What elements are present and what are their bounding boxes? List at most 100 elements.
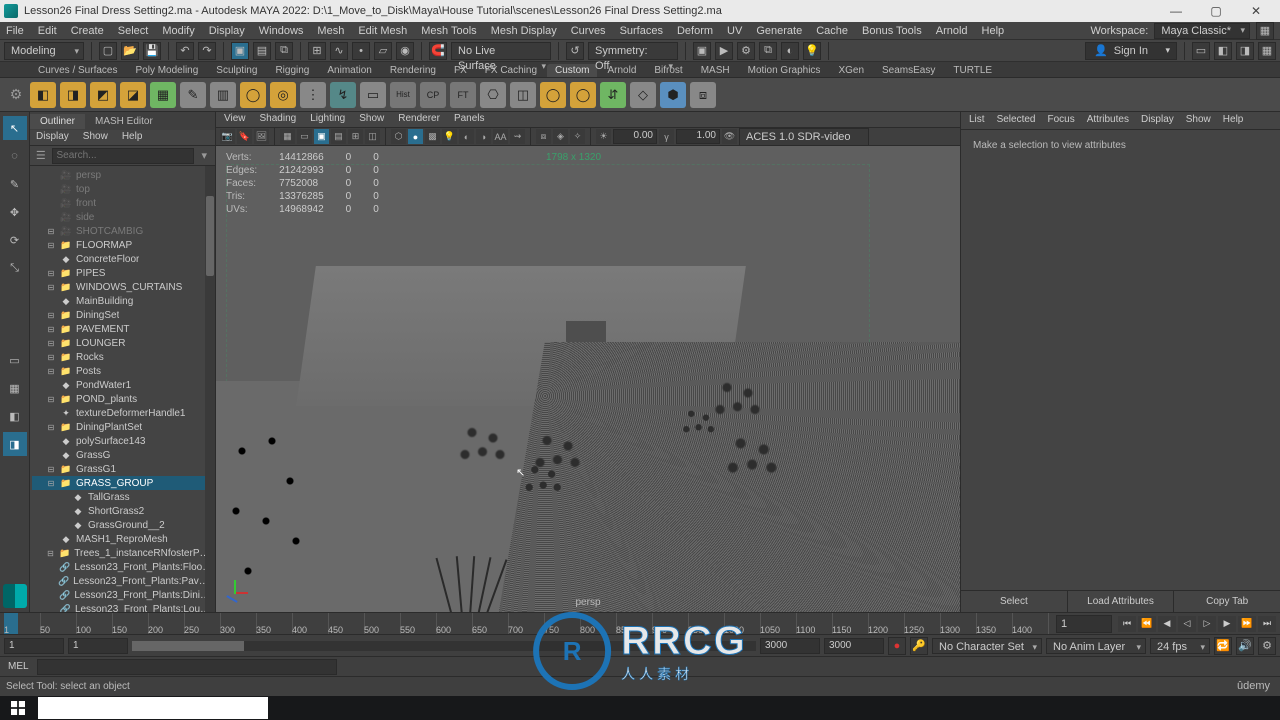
ae-menu-show[interactable]: Show xyxy=(1186,114,1211,127)
menu-windows[interactable]: Windows xyxy=(259,25,304,37)
vp-icon-motion-blur[interactable]: ⇝ xyxy=(510,129,525,144)
outliner-item[interactable]: ⊟📁LOUNGER xyxy=(32,336,213,350)
vp-icon-res-gate[interactable]: ▣ xyxy=(314,129,329,144)
go-to-end-icon[interactable]: ⏭ xyxy=(1258,616,1276,632)
vp-icon-select-camera[interactable]: 📷 xyxy=(220,129,235,144)
outliner-item[interactable]: ◆ShortGrass2 xyxy=(32,504,213,518)
expand-toggle-icon[interactable]: ⊟ xyxy=(46,269,56,278)
history-toggle-icon[interactable]: ↺ xyxy=(566,42,584,60)
redo-icon[interactable]: ↷ xyxy=(198,42,216,60)
current-frame-field[interactable]: 1 xyxy=(1056,615,1112,633)
taskbar-search[interactable] xyxy=(38,697,268,719)
shelf-btn-3[interactable]: ◩ xyxy=(90,82,116,108)
exposure-field[interactable]: 0.00 xyxy=(613,129,657,144)
menu-mesh-tools[interactable]: Mesh Tools xyxy=(421,25,476,37)
vp-icon-lights[interactable]: 💡 xyxy=(442,129,457,144)
ipr-render-icon[interactable]: ▶ xyxy=(715,42,733,60)
range-slider[interactable]: 1 1 3000 3000 ● 🔑 No Character Set No An… xyxy=(0,634,1280,656)
playback-loop-icon[interactable]: 🔁 xyxy=(1214,637,1232,655)
outliner-item[interactable]: 🎥front xyxy=(32,196,213,210)
vp-icon-ao[interactable]: ◑ xyxy=(476,129,491,144)
expand-toggle-icon[interactable]: ⊟ xyxy=(46,423,56,432)
rotate-tool-icon[interactable]: ⟳ xyxy=(3,228,27,252)
shelf-btn-16[interactable]: ◫ xyxy=(510,82,536,108)
outliner-item[interactable]: ⊟🎥SHOTCAMBIG xyxy=(32,224,213,238)
paint-select-tool-icon[interactable]: ✎ xyxy=(3,172,27,196)
vp-icon-gamma[interactable]: γ xyxy=(659,129,674,144)
sound-icon[interactable]: 🔊 xyxy=(1236,637,1254,655)
gamma-field[interactable]: 1.00 xyxy=(676,129,720,144)
outliner-item[interactable]: ◆ConcreteFloor xyxy=(32,252,213,266)
shelf-tab[interactable]: Curves / Surfaces xyxy=(30,64,125,77)
outliner-item[interactable]: 🔗Lesson23_Front_Plants:Lounger xyxy=(32,602,213,612)
expand-toggle-icon[interactable]: ⊟ xyxy=(46,339,56,348)
step-back-icon[interactable]: ◀ xyxy=(1158,616,1176,632)
menu-select[interactable]: Select xyxy=(118,25,149,37)
snap-grid-icon[interactable]: ⊞ xyxy=(308,42,326,60)
shelf-btn-22[interactable]: ⧈ xyxy=(690,82,716,108)
menu-bonus-tools[interactable]: Bonus Tools xyxy=(862,25,922,37)
script-lang-label[interactable]: MEL xyxy=(4,661,33,672)
range-bar[interactable] xyxy=(132,641,756,651)
outliner-item[interactable]: ◆GrassG xyxy=(32,448,213,462)
set-key-icon[interactable]: 🔑 xyxy=(910,637,928,655)
anim-prefs-icon[interactable]: ⚙ xyxy=(1258,637,1276,655)
shelf-tab[interactable]: Rigging xyxy=(267,64,317,77)
outliner-item[interactable]: 🔗Lesson23_Front_Plants:FloorPlan xyxy=(32,560,213,574)
menu-generate[interactable]: Generate xyxy=(756,25,802,37)
expand-toggle-icon[interactable]: ⊟ xyxy=(46,325,56,334)
menu-cache[interactable]: Cache xyxy=(816,25,848,37)
expand-toggle-icon[interactable]: ⊟ xyxy=(46,311,56,320)
shelf-btn-6[interactable]: ✎ xyxy=(180,82,206,108)
vp-icon-gate-mask[interactable]: ▤ xyxy=(331,129,346,144)
expand-toggle-icon[interactable]: ⊟ xyxy=(46,283,56,292)
outliner-item[interactable]: ⊟📁POND_plants xyxy=(32,392,213,406)
menu-uv[interactable]: UV xyxy=(727,25,742,37)
shelf-btn-18[interactable]: ◯ xyxy=(570,82,596,108)
outliner-scrollbar[interactable] xyxy=(205,166,215,612)
colorspace-dropdown[interactable]: ACES 1.0 SDR-video (sRGB) xyxy=(739,128,869,146)
search-clear-icon[interactable]: ▾ xyxy=(198,148,212,164)
select-by-component-icon[interactable]: ▤ xyxy=(253,42,271,60)
layout-single-icon[interactable]: ▭ xyxy=(3,348,27,372)
vp-icon-bookmark[interactable]: 🔖 xyxy=(237,129,252,144)
layout-2-icon[interactable]: ◧ xyxy=(1214,42,1232,60)
range-start-field[interactable]: 1 xyxy=(4,638,64,654)
shelf-btn-19[interactable]: ⇵ xyxy=(600,82,626,108)
shelf-tab[interactable]: Motion Graphics xyxy=(740,64,829,77)
expand-toggle-icon[interactable]: ⊟ xyxy=(46,241,56,250)
vp-icon-safe-action[interactable]: ◫ xyxy=(365,129,380,144)
expand-toggle-icon[interactable]: ⊟ xyxy=(46,227,56,236)
vp-menu-renderer[interactable]: Renderer xyxy=(398,113,440,126)
make-live-icon[interactable]: 🧲 xyxy=(429,42,447,60)
vp-icon-field-chart[interactable]: ⊞ xyxy=(348,129,363,144)
menu-display[interactable]: Display xyxy=(209,25,245,37)
shelf-tab[interactable]: SeamsEasy xyxy=(874,64,943,77)
save-scene-icon[interactable]: 💾 xyxy=(143,42,161,60)
filter-icon[interactable]: ☰ xyxy=(34,148,48,164)
ae-menu-attributes[interactable]: Attributes xyxy=(1087,114,1129,127)
play-back-icon[interactable]: ◁ xyxy=(1178,616,1196,632)
expand-toggle-icon[interactable]: ⊟ xyxy=(46,367,56,376)
menu-edit-mesh[interactable]: Edit Mesh xyxy=(358,25,407,37)
shelf-tab[interactable]: TURTLE xyxy=(945,64,1000,77)
vp-icon-aa[interactable]: AA xyxy=(493,129,508,144)
outliner-item[interactable]: ⊟📁DiningPlantSet xyxy=(32,420,213,434)
fps-dropdown[interactable]: 24 fps xyxy=(1150,638,1210,654)
select-tool-icon[interactable]: ↖ xyxy=(3,116,27,140)
select-by-hierarchy-icon[interactable]: ⧉ xyxy=(275,42,293,60)
vp-icon-isolate[interactable]: ⧈ xyxy=(536,129,551,144)
outliner-item[interactable]: ⊟📁Posts xyxy=(32,364,213,378)
shelf-btn-11[interactable]: ↯ xyxy=(330,82,356,108)
outliner-item[interactable]: ⊟📁GrassG1 xyxy=(32,462,213,476)
ae-select-button[interactable]: Select xyxy=(961,591,1067,612)
menu-mesh-display[interactable]: Mesh Display xyxy=(491,25,557,37)
snap-plane-icon[interactable]: ▱ xyxy=(374,42,392,60)
light-editor-icon[interactable]: 💡 xyxy=(803,42,821,60)
menu-deform[interactable]: Deform xyxy=(677,25,713,37)
menu-edit[interactable]: Edit xyxy=(38,25,57,37)
vp-menu-show[interactable]: Show xyxy=(359,113,384,126)
vp-menu-panels[interactable]: Panels xyxy=(454,113,485,126)
outliner-item[interactable]: ✦textureDeformerHandle1 xyxy=(32,406,213,420)
minimize-button[interactable]: — xyxy=(1156,0,1196,22)
